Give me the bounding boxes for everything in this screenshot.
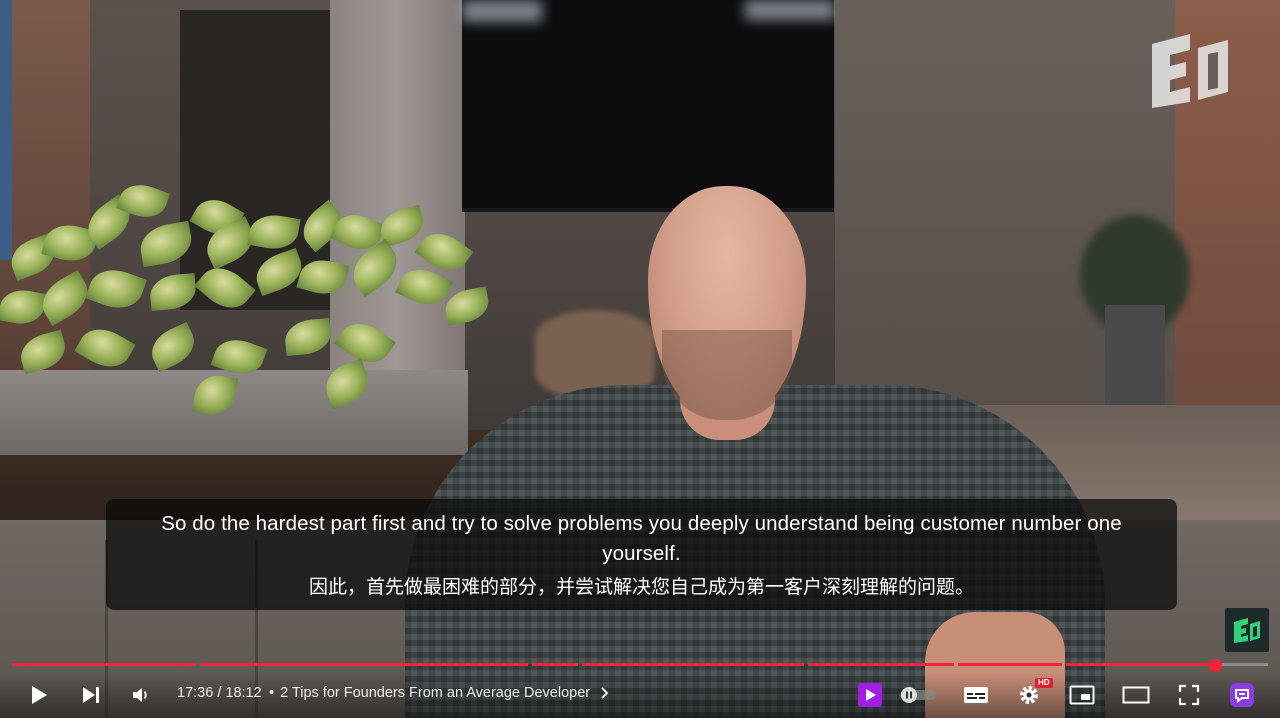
ceiling-light <box>462 0 542 22</box>
subtitles-button[interactable] <box>962 682 990 708</box>
progress-played <box>582 663 804 666</box>
progress-played <box>808 663 954 666</box>
progress-bar[interactable] <box>12 659 1268 672</box>
time-display: 17:36 / 18:12 <box>177 685 262 701</box>
caption-chinese: 因此，首先做最困难的部分，并尝试解决您自己成为第一客户深刻理解的问题。 <box>308 577 974 598</box>
autoplay-toggle-icon <box>900 687 936 703</box>
chapter-segment[interactable] <box>958 663 1062 666</box>
chapter-segment[interactable] <box>582 663 804 666</box>
miniplayer-button[interactable] <box>1068 682 1096 708</box>
progress-played <box>200 663 528 666</box>
ceiling-light <box>745 0 835 20</box>
time-separator: / <box>217 685 222 701</box>
video-frame[interactable] <box>0 0 1280 718</box>
duration: 18:12 <box>225 685 262 701</box>
play-button[interactable] <box>26 682 52 708</box>
progress-played <box>12 663 196 666</box>
theater-mode-button[interactable] <box>1121 682 1151 708</box>
video-player[interactable]: So do the hardest part first and try to … <box>0 0 1280 718</box>
channel-watermark-logo <box>1148 30 1232 110</box>
progress-played <box>1066 663 1216 666</box>
fullscreen-button[interactable] <box>1176 682 1202 708</box>
extension-button[interactable] <box>1228 681 1256 709</box>
theater-mode-icon <box>1122 686 1150 704</box>
premium-button[interactable] <box>856 681 884 709</box>
hd-badge: HD <box>1035 678 1053 688</box>
fullscreen-icon <box>1178 684 1200 706</box>
premium-play-icon <box>858 683 882 707</box>
control-bar: 17:36 / 18:12 • 2 Tips for Founders From… <box>0 672 1280 718</box>
chevron-right-icon <box>601 687 609 699</box>
caption-window[interactable]: So do the hardest part first and try to … <box>106 499 1177 610</box>
chapter-segment[interactable] <box>1066 663 1268 666</box>
chapter-segment[interactable] <box>808 663 954 666</box>
extension-icon <box>1230 683 1254 707</box>
wall-tv <box>462 0 834 212</box>
autoplay-toggle[interactable] <box>899 684 937 706</box>
chapter-segment[interactable] <box>12 663 196 666</box>
volume-icon <box>133 688 147 702</box>
chapter-title: 2 Tips for Founders From an Average Deve… <box>280 685 591 701</box>
play-icon <box>32 686 47 704</box>
miniplayer-icon <box>1069 685 1095 705</box>
chapter-title-button[interactable]: • 2 Tips for Founders From an Average De… <box>269 685 612 701</box>
mute-button[interactable] <box>128 682 154 708</box>
current-time: 17:36 <box>177 685 214 701</box>
caption-english: So do the hardest part first and try to … <box>161 512 1122 565</box>
window-edge <box>0 0 12 260</box>
next-icon <box>83 687 99 703</box>
chapter-segment[interactable] <box>532 663 578 666</box>
next-button[interactable] <box>78 682 104 708</box>
background-pot <box>1105 305 1165 405</box>
channel-branding-button[interactable] <box>1225 608 1269 652</box>
subtitles-icon <box>964 687 988 703</box>
progress-played <box>532 663 578 666</box>
chapter-bullet: • <box>269 685 275 701</box>
progress-played <box>958 663 1062 666</box>
chapter-segment[interactable] <box>200 663 528 666</box>
